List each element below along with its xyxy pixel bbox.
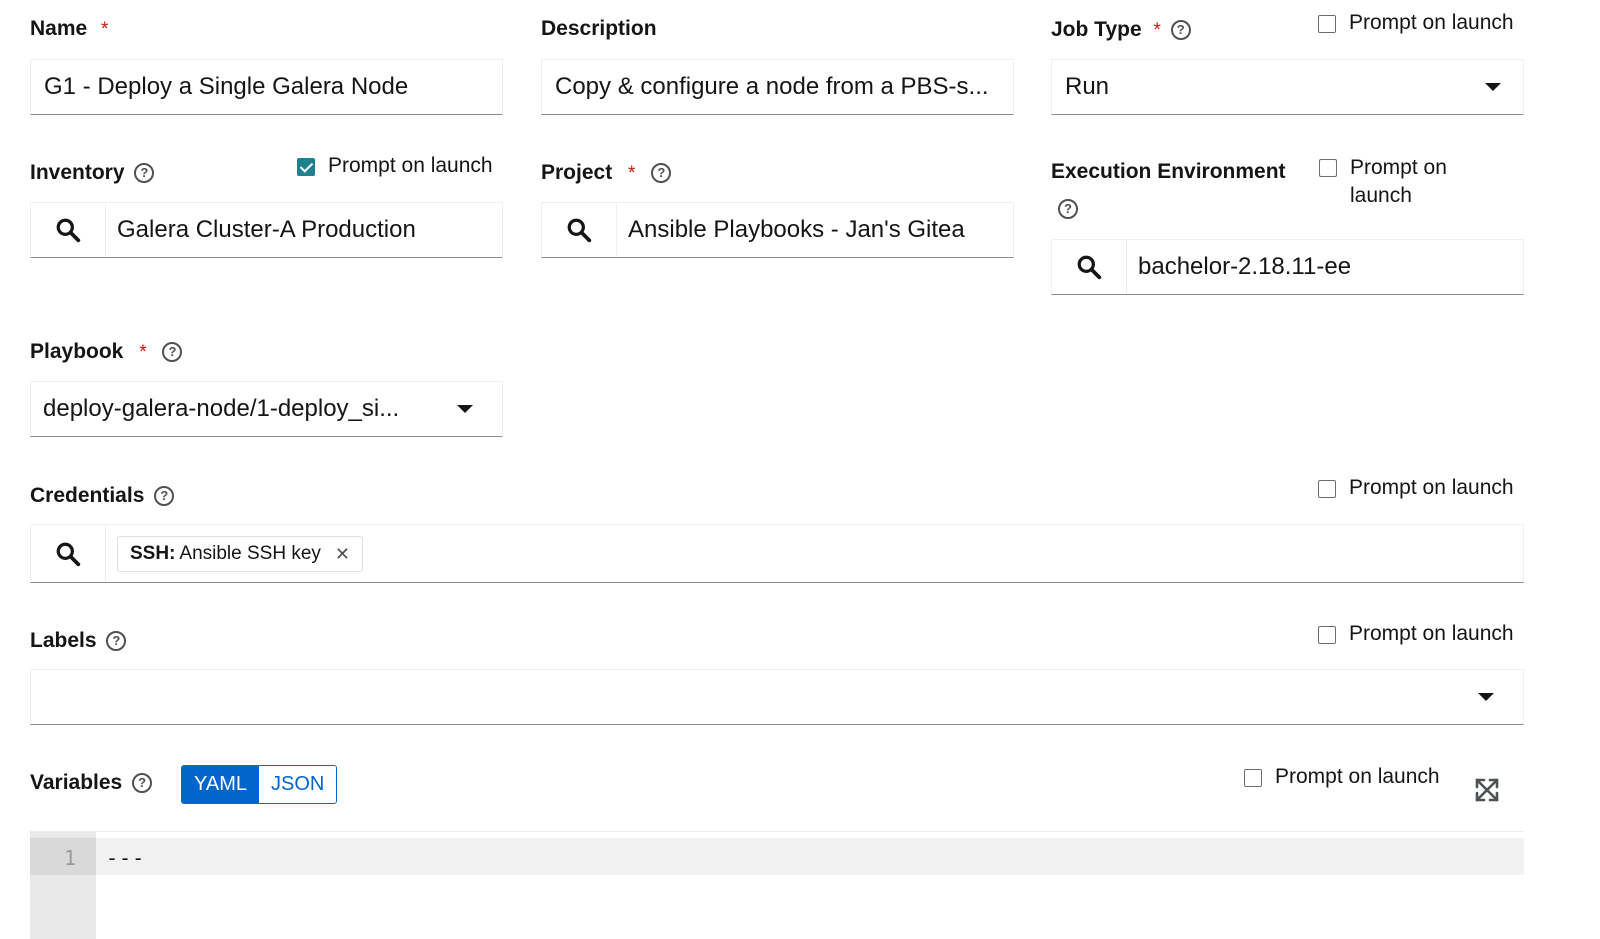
- execution-environment-value: bachelor-2.18.11-ee: [1138, 253, 1352, 280]
- required-marker: *: [139, 342, 147, 363]
- execution-environment-label: Execution Environment: [1051, 160, 1286, 183]
- playbook-value: deploy-galera-node/1-deploy_si...: [43, 395, 400, 422]
- help-icon[interactable]: ?: [162, 342, 183, 362]
- help-icon[interactable]: ?: [132, 773, 153, 793]
- prompt-on-launch-label: Prompt on launch: [1350, 154, 1447, 210]
- credentials-prompt-checkbox[interactable]: Prompt on launch: [1318, 476, 1514, 500]
- job-type-label-text: Job Type: [1051, 18, 1142, 41]
- labels-prompt-checkbox[interactable]: Prompt on launch: [1318, 622, 1514, 646]
- yaml-toggle-button[interactable]: YAML: [182, 766, 259, 803]
- name-label-text: Name: [30, 17, 88, 40]
- checkbox-icon[interactable]: [1318, 626, 1336, 644]
- name-value: G1 - Deploy a Single Galera Node: [44, 73, 409, 100]
- search-icon[interactable]: [31, 203, 106, 257]
- checkbox-icon[interactable]: [1318, 15, 1336, 33]
- playbook-label: Playbook * ?: [30, 340, 183, 364]
- credentials-lookup[interactable]: SSH: Ansible SSH key ✕: [30, 524, 1524, 583]
- execution-environment-lookup[interactable]: bachelor-2.18.11-ee: [1051, 239, 1524, 295]
- credential-type: SSH:: [130, 543, 176, 564]
- caret-down-icon: [1485, 83, 1501, 91]
- credentials-label: Credentials ?: [30, 484, 175, 508]
- help-icon[interactable]: ?: [651, 163, 672, 183]
- credential-chip: SSH: Ansible SSH key ✕: [117, 536, 364, 572]
- description-value: Copy & configure a node from a PBS-s...: [555, 73, 989, 100]
- close-icon[interactable]: ✕: [335, 544, 350, 565]
- name-field[interactable]: G1 - Deploy a Single Galera Node: [30, 59, 503, 115]
- variables-prompt-checkbox[interactable]: Prompt on launch: [1244, 765, 1440, 789]
- playbook-label-text: Playbook: [30, 340, 124, 363]
- variables-code-editor[interactable]: 1 ---: [30, 831, 1524, 939]
- checkbox-icon[interactable]: [1318, 480, 1336, 498]
- execution-environment-prompt-checkbox[interactable]: Prompt on launch: [1319, 154, 1447, 210]
- caret-down-icon: [457, 405, 473, 413]
- project-label-text: Project: [541, 161, 613, 184]
- inventory-lookup[interactable]: Galera Cluster-A Production: [30, 202, 503, 258]
- help-icon[interactable]: ?: [1170, 20, 1191, 40]
- variables-label-text: Variables: [30, 771, 123, 794]
- help-icon[interactable]: ?: [154, 486, 175, 506]
- help-icon[interactable]: ?: [106, 631, 127, 651]
- prompt-on-launch-label: Prompt on launch: [1349, 476, 1514, 499]
- playbook-select[interactable]: deploy-galera-node/1-deploy_si...: [30, 381, 503, 437]
- labels-label: Labels ?: [30, 629, 127, 653]
- name-label: Name *: [30, 17, 108, 41]
- checkbox-icon[interactable]: [1319, 159, 1337, 177]
- expand-icon[interactable]: [1474, 777, 1500, 808]
- search-icon[interactable]: [542, 203, 617, 257]
- inventory-label: Inventory ?: [30, 161, 155, 185]
- prompt-label-line2: launch: [1350, 184, 1412, 207]
- required-marker: *: [101, 19, 109, 40]
- prompt-on-launch-label: Prompt on launch: [1349, 622, 1514, 645]
- labels-label-text: Labels: [30, 629, 97, 652]
- line-number: 1: [63, 846, 76, 870]
- variables-mode-toggle[interactable]: YAML JSON: [181, 765, 338, 804]
- prompt-on-launch-label: Prompt on launch: [328, 154, 493, 177]
- credential-name: Ansible SSH key: [179, 543, 321, 564]
- required-marker: *: [628, 163, 636, 184]
- project-label: Project * ?: [541, 161, 672, 185]
- inventory-prompt-checkbox[interactable]: Prompt on launch: [297, 154, 493, 178]
- help-icon[interactable]: ?: [134, 163, 155, 183]
- inventory-label-text: Inventory: [30, 161, 125, 184]
- caret-down-icon: [1478, 693, 1494, 701]
- required-marker: *: [1153, 20, 1161, 41]
- variables-label: Variables ?: [30, 771, 153, 795]
- prompt-on-launch-label: Prompt on launch: [1275, 765, 1440, 788]
- job-type-value: Run: [1065, 73, 1110, 100]
- code-line: ---: [106, 846, 146, 870]
- prompt-label-line1: Prompt on: [1350, 156, 1447, 179]
- help-icon[interactable]: ?: [1058, 199, 1078, 219]
- labels-select[interactable]: [30, 669, 1524, 725]
- prompt-on-launch-label: Prompt on launch: [1349, 11, 1514, 34]
- json-toggle-button[interactable]: JSON: [258, 766, 337, 803]
- search-icon[interactable]: [31, 525, 106, 582]
- description-field[interactable]: Copy & configure a node from a PBS-s...: [541, 59, 1014, 115]
- description-label: Description: [541, 17, 657, 40]
- search-icon[interactable]: [1052, 240, 1127, 294]
- project-lookup[interactable]: Ansible Playbooks - Jan's Gitea: [541, 202, 1014, 258]
- job-type-prompt-checkbox[interactable]: Prompt on launch: [1318, 11, 1514, 35]
- job-type-select[interactable]: Run: [1051, 59, 1524, 115]
- line-numbers: 1: [30, 832, 96, 939]
- credentials-label-text: Credentials: [30, 484, 145, 507]
- inventory-value: Galera Cluster-A Production: [117, 216, 416, 243]
- project-value: Ansible Playbooks - Jan's Gitea: [628, 216, 965, 243]
- checkbox-icon[interactable]: [1244, 769, 1262, 787]
- active-line: [30, 838, 1524, 875]
- job-type-label: Job Type * ?: [1051, 18, 1191, 42]
- checkbox-checked-icon[interactable]: [297, 158, 315, 176]
